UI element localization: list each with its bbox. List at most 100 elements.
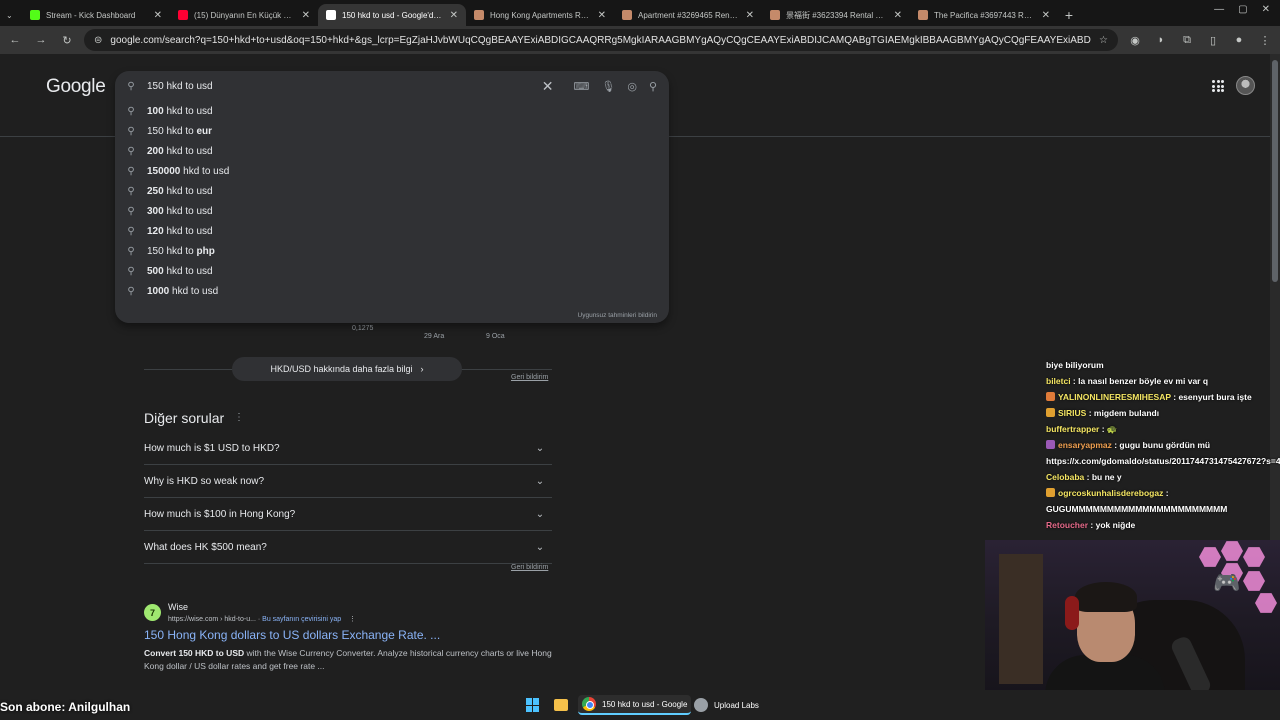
keyboard-icon[interactable]: ⌨ <box>573 80 589 93</box>
suggestion-item[interactable]: ⚲ 200 hkd to usd <box>115 141 669 161</box>
chevron-down-icon[interactable]: ⌄ <box>530 504 550 524</box>
suggestion-item[interactable]: ⚲ 250 hkd to usd <box>115 181 669 201</box>
tab-close-icon[interactable]: ✕ <box>746 10 754 21</box>
chat-username: biletci <box>1046 376 1071 386</box>
more-info-button[interactable]: HKD/USD hakkında daha fazla bilgi › <box>232 357 462 381</box>
browser-tab[interactable]: 景福街 #3623394 Rental Prope ✕ <box>762 4 910 26</box>
address-bar[interactable]: ⊜ google.com/search?q=150+hkd+to+usd&oq=… <box>84 29 1118 51</box>
chevron-down-icon[interactable]: ⌄ <box>530 537 550 557</box>
chat-text: : esenyurt bura işte <box>1170 392 1252 402</box>
bookmark-star-icon[interactable]: ☆ <box>1099 35 1108 46</box>
paa-question[interactable]: What does HK $500 mean? ⌄ <box>144 531 552 564</box>
tab-close-icon[interactable]: ✕ <box>1042 10 1050 21</box>
paa-question[interactable]: How much is $1 USD to HKD? ⌄ <box>144 432 552 465</box>
chat-message: biye biliyorum <box>1046 357 1280 373</box>
suggestion-text: 500 hkd to usd <box>147 265 213 277</box>
paa-question[interactable]: How much is $100 in Hong Kong? ⌄ <box>144 498 552 531</box>
chat-text: : gugu bunu gördün mü <box>1111 440 1211 450</box>
search-box[interactable]: ⚲ 150 hkd to usd ✕ ⌨ 🎙 ◎ ⚲ <box>115 71 669 101</box>
chat-username: ensaryapmaz <box>1058 440 1112 450</box>
chat-message: ogrcoskunhalisderebogaz : <box>1046 485 1280 501</box>
lens-camera-icon[interactable]: ◎ <box>627 80 637 93</box>
search-submit-icon[interactable]: ⚲ <box>649 80 657 93</box>
chat-text: : 🐢 <box>1099 424 1118 434</box>
suggestion-item[interactable]: ⚲ 1000 hkd to usd <box>115 281 669 301</box>
search-icon: ⚲ <box>127 105 135 117</box>
paa-question-text: Why is HKD so weak now? <box>144 475 265 487</box>
apps-grid-icon[interactable] <box>1212 80 1224 92</box>
account-avatar[interactable] <box>1236 76 1255 95</box>
suggestion-item[interactable]: ⚲ 100 hkd to usd <box>115 101 669 121</box>
suggestion-text: 200 hkd to usd <box>147 145 213 157</box>
feedback-link[interactable]: Geri bildirim <box>511 564 548 571</box>
more-options-icon[interactable]: ⋮ <box>234 412 244 423</box>
start-button[interactable] <box>522 695 544 715</box>
menu-kebab-icon[interactable]: ⋮ <box>1256 31 1274 49</box>
snippet-bold: Convert 150 HKD to USD <box>144 648 245 658</box>
profile-icon[interactable]: ● <box>1230 31 1248 49</box>
taskbar-chrome[interactable]: 150 hkd to usd - Google <box>578 695 692 715</box>
new-tab-button[interactable]: + <box>1058 4 1080 26</box>
tab-title: Hong Kong Apartments Rental <box>490 10 592 20</box>
google-logo[interactable]: Google <box>46 76 106 98</box>
sidepanel-icon[interactable]: ▯ <box>1204 31 1222 49</box>
chat-message: biletci : la nasıl benzer böyle ev mi va… <box>1046 373 1280 389</box>
suggestion-text: 300 hkd to usd <box>147 205 213 217</box>
suggestion-text: 150000 hkd to usd <box>147 165 230 177</box>
suggestion-item[interactable]: ⚲ 500 hkd to usd <box>115 261 669 281</box>
search-icon: ⚲ <box>127 165 135 177</box>
tab-bar: ⌄ Stream - Kick Dashboard ✕ (15) Dünyanın … <box>0 0 1280 26</box>
browser-tab[interactable]: Hong Kong Apartments Rental ✕ <box>466 4 614 26</box>
paa-question-text: How much is $1 USD to HKD? <box>144 442 280 454</box>
chat-message: Celobaba : bu ne y <box>1046 469 1280 485</box>
suggestion-item[interactable]: ⚲ 120 hkd to usd <box>115 221 669 241</box>
feedback-link[interactable]: Geri bildirim <box>511 374 548 381</box>
tab-favicon-icon <box>918 10 928 20</box>
extension-icon[interactable]: ◉ <box>1126 31 1144 49</box>
back-icon[interactable]: ← <box>6 31 24 49</box>
suggestion-item[interactable]: ⚲ 300 hkd to usd <box>115 201 669 221</box>
close-window-button[interactable]: ✕ <box>1262 4 1270 15</box>
suggestion-item[interactable]: ⚲ 150 hkd to eur <box>115 121 669 141</box>
chat-username: Retoucher <box>1046 520 1089 530</box>
browser-tab[interactable]: Stream - Kick Dashboard ✕ <box>22 4 170 26</box>
tab-title: 景福街 #3623394 Rental Prope <box>786 10 888 20</box>
reload-icon[interactable]: ↻ <box>58 31 76 49</box>
microphone-icon[interactable]: 🎙 <box>601 80 615 93</box>
translate-link[interactable]: Bu sayfanın çevirisini yap <box>262 616 341 623</box>
site-info-icon[interactable]: ⊜ <box>94 35 102 46</box>
tab-close-icon[interactable]: ✕ <box>154 10 162 21</box>
result-title-link[interactable]: 150 Hong Kong dollars to US dollars Exch… <box>144 628 440 642</box>
browser-tab[interactable]: (15) Dünyanın En Küçük Evleri ✕ <box>170 4 318 26</box>
minimize-button[interactable]: — <box>1214 4 1224 15</box>
search-input[interactable]: 150 hkd to usd <box>147 81 532 92</box>
taskbar-upload-labs[interactable]: Upload Labs <box>690 695 763 715</box>
tab-close-icon[interactable]: ✕ <box>598 10 606 21</box>
forward-icon[interactable]: → <box>32 31 50 49</box>
tab-menu-button[interactable]: ⌄ <box>0 4 22 26</box>
suggestion-item[interactable]: ⚲ 150 hkd to php <box>115 241 669 261</box>
browser-tab[interactable]: 150 hkd to usd - Google'da Ara ✕ <box>318 4 466 26</box>
scrollbar-thumb[interactable] <box>1272 60 1278 282</box>
browser-tab[interactable]: Apartment #3269465 Rental Pr ✕ <box>614 4 762 26</box>
chat-message: SIRIUS : migdem bulandı <box>1046 405 1280 421</box>
result-menu-icon[interactable]: ⋮ <box>349 616 356 623</box>
clear-icon[interactable]: ✕ <box>542 78 554 95</box>
chevron-down-icon[interactable]: ⌄ <box>530 438 550 458</box>
explorer-button[interactable] <box>550 695 572 715</box>
report-predictions-link[interactable]: Uygunsuz tahminleri bildirin <box>578 312 657 319</box>
chat-username: ogrcoskunhalisderebogaz <box>1058 488 1164 498</box>
tab-close-icon[interactable]: ✕ <box>302 10 310 21</box>
chat-message: Retoucher : yok niğde <box>1046 517 1280 533</box>
suggestion-item[interactable]: ⚲ 150000 hkd to usd <box>115 161 669 181</box>
paa-question-text: What does HK $500 mean? <box>144 541 267 553</box>
browser-tab[interactable]: The Pacifica #3697443 Rental P ✕ <box>910 4 1058 26</box>
paa-question[interactable]: Why is HKD so weak now? ⌄ <box>144 465 552 498</box>
extensions-puzzle-icon[interactable]: ⧉ <box>1178 31 1196 49</box>
media-icon[interactable]: ◗ <box>1152 31 1170 49</box>
chart-y-tick: 0,1275 <box>352 325 374 332</box>
tab-close-icon[interactable]: ✕ <box>450 10 458 21</box>
maximize-button[interactable]: ▢ <box>1238 4 1247 15</box>
chevron-down-icon[interactable]: ⌄ <box>530 471 550 491</box>
tab-close-icon[interactable]: ✕ <box>894 10 902 21</box>
